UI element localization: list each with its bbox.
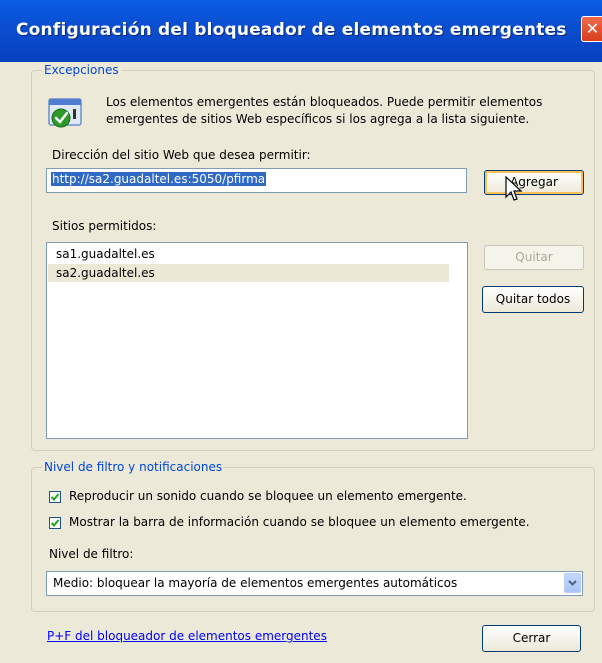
title-bar: Configuración del bloqueador de elemento…: [0, 0, 602, 62]
close-icon[interactable]: ✕: [581, 16, 602, 42]
remove-all-button-label: Quitar todos: [495, 292, 571, 306]
window-title: Configuración del bloqueador de elemento…: [16, 20, 567, 40]
list-item-label: sa2.guadaltel.es: [56, 266, 155, 280]
list-item-label: sa1.guadaltel.es: [56, 247, 155, 261]
add-button[interactable]: Agregar: [484, 170, 584, 195]
infobar-checkbox-label[interactable]: Mostrar la barra de información cuando s…: [69, 515, 530, 529]
address-input-value: http://sa2.guadaltel.es:5050/pfirma: [51, 172, 267, 186]
sound-checkbox[interactable]: [49, 491, 61, 503]
remove-button-label: Quitar: [515, 250, 553, 264]
filter-legend: Nivel de filtro y notificaciones: [42, 460, 225, 474]
filter-level-select[interactable]: Medio: bloquear la mayoría de elementos …: [46, 571, 583, 596]
allowed-sites-list[interactable]: sa1.guadaltel.es sa2.guadaltel.es: [46, 242, 468, 439]
filter-level-value: Medio: bloquear la mayoría de elementos …: [53, 576, 458, 590]
info-text-line1: Los elementos emergentes están bloqueado…: [106, 95, 543, 109]
chevron-down-icon[interactable]: [564, 573, 581, 593]
list-item[interactable]: sa1.guadaltel.es: [48, 245, 449, 263]
close-button[interactable]: Cerrar: [482, 625, 581, 652]
remove-all-button[interactable]: Quitar todos: [482, 286, 584, 313]
mouse-cursor-icon: [505, 175, 525, 204]
filter-level-label: Nivel de filtro:: [49, 547, 134, 561]
list-item[interactable]: sa2.guadaltel.es: [48, 264, 449, 282]
close-button-label: Cerrar: [512, 631, 551, 645]
allowed-sites-label: Sitios permitidos:: [52, 219, 157, 233]
address-label: Dirección del sitio Web que desea permit…: [52, 148, 311, 162]
popup-blocker-check-icon: [47, 97, 83, 131]
help-link[interactable]: P+F del bloqueador de elementos emergent…: [47, 629, 327, 643]
sound-checkbox-label[interactable]: Reproducir un sonido cuando se bloquee u…: [69, 489, 467, 503]
dialog-body: Excepciones Los elementos emergentes est…: [0, 62, 602, 663]
address-input[interactable]: http://sa2.guadaltel.es:5050/pfirma: [46, 168, 467, 193]
exceptions-legend: Excepciones: [42, 63, 121, 77]
remove-button[interactable]: Quitar: [484, 245, 584, 270]
info-text-line2: emergentes de sitios Web específicos si …: [106, 112, 530, 126]
infobar-checkbox[interactable]: [49, 517, 61, 529]
